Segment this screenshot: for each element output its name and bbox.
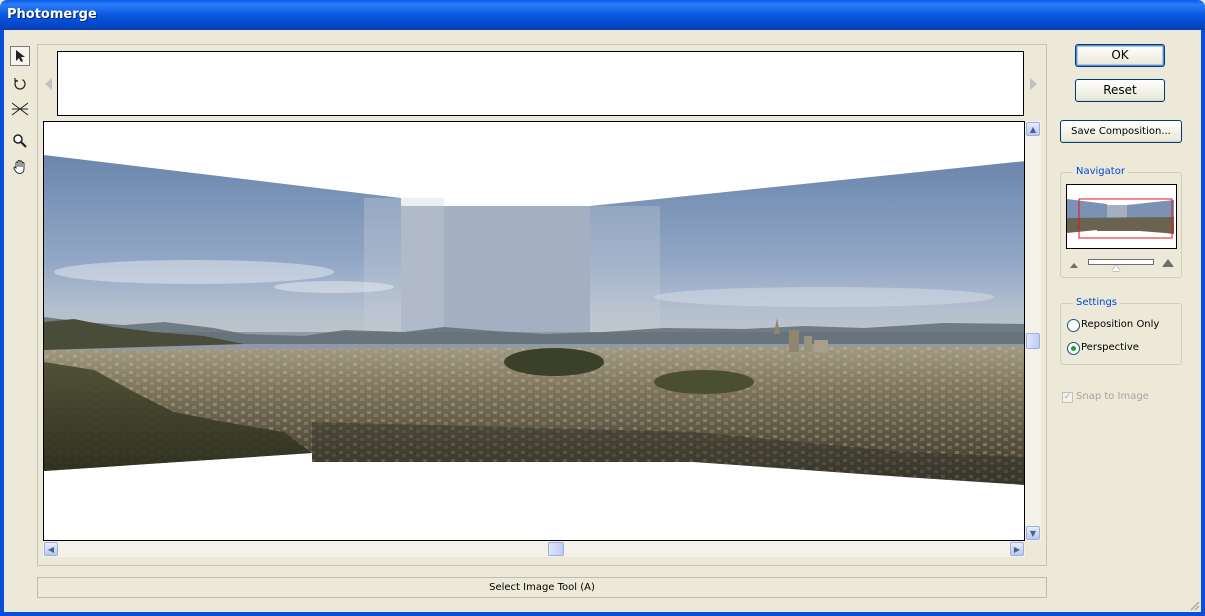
navigator-thumbnail (1067, 198, 1174, 239)
lightbox[interactable] (57, 51, 1024, 116)
reset-button[interactable]: Reset (1075, 79, 1165, 102)
perspective-radio[interactable] (1067, 342, 1080, 355)
scroll-down-icon[interactable]: ▼ (1026, 526, 1040, 540)
settings-group (1060, 303, 1182, 365)
scroll-up-icon[interactable]: ▲ (1026, 122, 1040, 136)
lightbox-scroll-left-icon[interactable] (45, 78, 52, 90)
panorama-composition[interactable] (44, 122, 1025, 541)
status-text: Select Image Tool (A) (489, 582, 595, 593)
window-frame-right (1201, 30, 1205, 616)
window-frame-bottom (0, 612, 1205, 616)
arrow-pointer-icon (16, 50, 25, 62)
rotate-icon (14, 78, 26, 90)
navigator-preview[interactable] (1066, 184, 1177, 249)
hand-icon (13, 160, 25, 174)
zoom-in-icon[interactable] (1162, 259, 1174, 267)
window-title: Photomerge (7, 7, 97, 22)
zoom-slider-thumb[interactable] (1112, 265, 1120, 271)
scroll-left-icon[interactable]: ◀ (44, 542, 58, 556)
ok-button[interactable]: OK (1075, 44, 1165, 67)
resize-grip-icon[interactable] (1188, 599, 1200, 611)
snap-to-image-checkbox[interactable]: ✓ (1062, 392, 1073, 403)
vanishing-point-icon (11, 102, 29, 116)
magnifier-icon (13, 134, 27, 148)
title-bar: Photomerge (0, 0, 1205, 30)
vertical-scroll-thumb[interactable] (1026, 333, 1040, 349)
snap-to-image-label: Snap to Image (1076, 391, 1149, 402)
move-view-tool[interactable] (10, 157, 30, 177)
reposition-only-radio[interactable] (1067, 319, 1080, 332)
zoom-tool[interactable] (10, 131, 30, 151)
zoom-out-icon[interactable] (1070, 263, 1078, 268)
status-bar: Select Image Tool (A) (37, 577, 1047, 598)
set-vanishing-point-tool[interactable] (10, 99, 30, 119)
navigator-zoom-slider[interactable] (1088, 259, 1154, 265)
settings-label: Settings (1073, 297, 1121, 308)
save-composition-button[interactable]: Save Composition... (1060, 120, 1182, 143)
work-area[interactable] (43, 121, 1025, 541)
vertical-scrollbar[interactable]: ▲ ▼ (1025, 121, 1041, 541)
select-image-tool[interactable] (10, 46, 30, 66)
window-frame-left (0, 30, 4, 616)
perspective-label[interactable]: Perspective (1081, 342, 1139, 353)
reposition-only-label[interactable]: Reposition Only (1081, 319, 1159, 330)
navigator-label: Navigator (1073, 166, 1128, 177)
horizontal-scroll-thumb[interactable] (548, 542, 564, 556)
scroll-right-icon[interactable]: ▶ (1010, 542, 1024, 556)
rotate-image-tool[interactable] (10, 73, 30, 93)
lightbox-scroll-right-icon[interactable] (1030, 78, 1037, 90)
horizontal-scrollbar[interactable]: ◀ ▶ (43, 541, 1025, 557)
